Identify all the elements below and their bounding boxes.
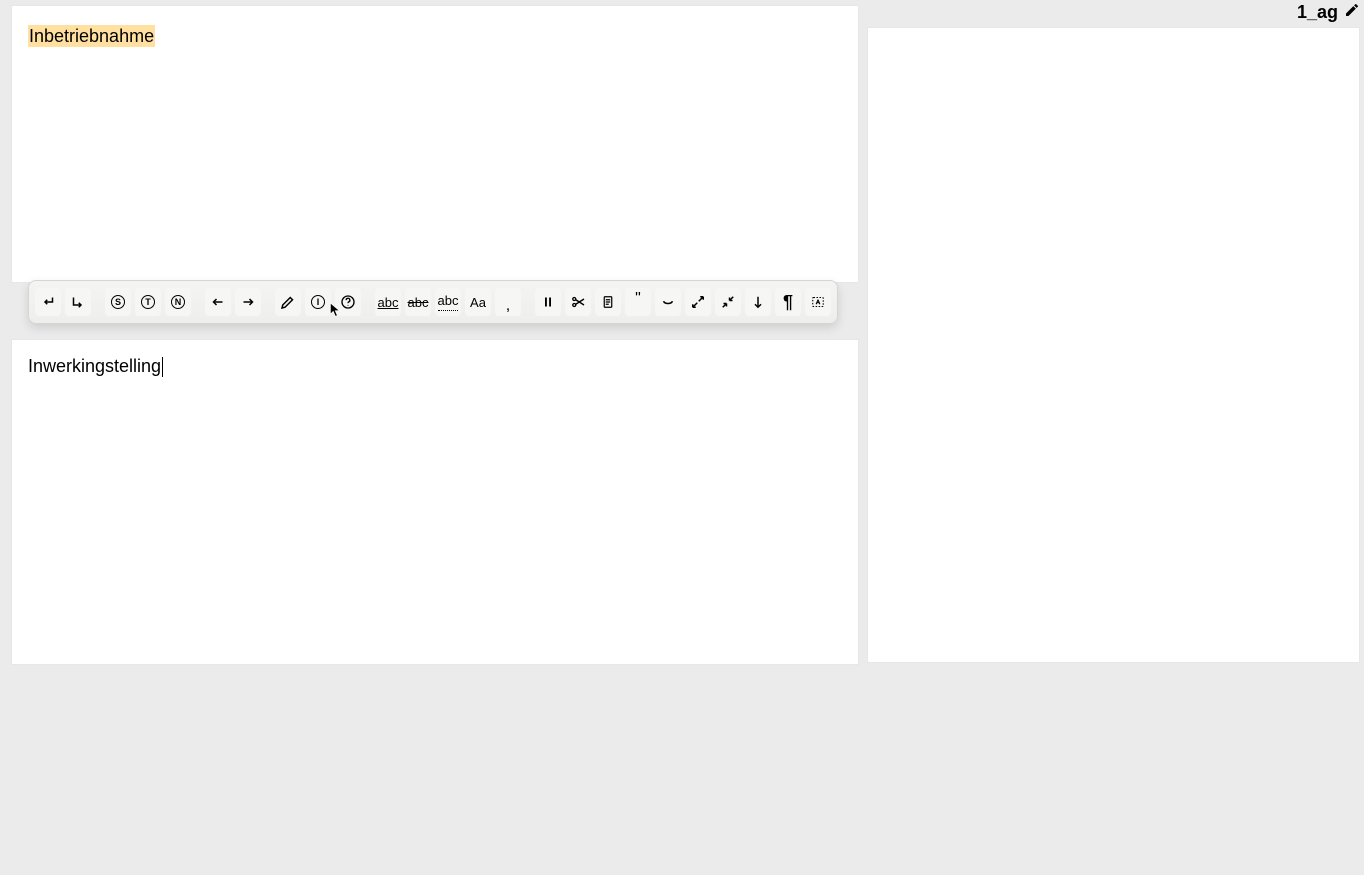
notes-panel-body[interactable] <box>867 27 1360 663</box>
edit-pencil-icon[interactable] <box>275 288 301 316</box>
edit-icon[interactable] <box>1344 2 1360 23</box>
collapse-icon[interactable] <box>715 288 741 316</box>
pause-icon[interactable] <box>535 288 561 316</box>
character-box-icon[interactable] <box>805 288 831 316</box>
arrow-down-icon[interactable] <box>745 288 771 316</box>
notes-panel-title: 1_ag <box>1297 2 1360 23</box>
comma-button[interactable]: , <box>495 288 521 316</box>
document-icon[interactable] <box>595 288 621 316</box>
breve-icon[interactable] <box>655 288 681 316</box>
target-segment-text: Inwerkingstelling <box>28 356 161 377</box>
circle-t-icon[interactable]: T <box>135 288 161 316</box>
notes-title-text: 1_ag <box>1297 2 1338 23</box>
abc-underline-button[interactable]: abc <box>375 288 401 316</box>
source-panel: Inbetriebnahme <box>11 5 859 283</box>
source-segment-text[interactable]: Inbetriebnahme <box>28 25 155 47</box>
circle-n-icon[interactable]: N <box>165 288 191 316</box>
editor-toolbar: S T N I <box>28 280 838 324</box>
pilcrow-button[interactable]: ¶ <box>775 288 801 316</box>
enter-icon[interactable] <box>35 288 61 316</box>
circle-s-icon[interactable]: S <box>105 288 131 316</box>
scissors-icon[interactable] <box>565 288 591 316</box>
aa-case-button[interactable]: Aa <box>465 288 491 316</box>
move-down-right-icon[interactable] <box>65 288 91 316</box>
quote-button[interactable]: " <box>625 288 651 316</box>
arrow-left-icon[interactable] <box>205 288 231 316</box>
arrow-right-icon[interactable] <box>235 288 261 316</box>
abc-dotted-underline-button[interactable]: abc <box>435 288 461 316</box>
text-caret <box>162 357 163 377</box>
abc-strikethrough-button[interactable]: abc <box>405 288 431 316</box>
target-panel[interactable]: Inwerkingstelling <box>11 339 859 665</box>
circle-question-icon[interactable] <box>335 288 361 316</box>
expand-icon[interactable] <box>685 288 711 316</box>
circle-i-icon[interactable]: I <box>305 288 331 316</box>
